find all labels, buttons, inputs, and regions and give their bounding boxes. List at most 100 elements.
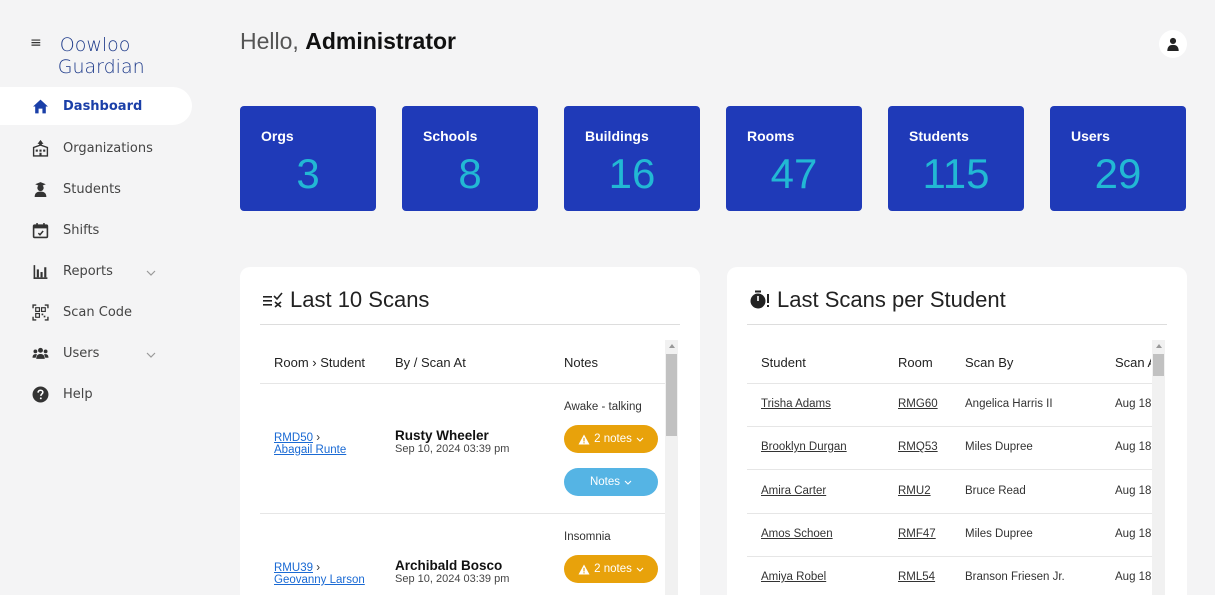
- panel-title-text: Last 10 Scans: [290, 287, 430, 312]
- sidebar-item-dashboard[interactable]: Dashboard: [0, 87, 192, 125]
- student-link[interactable]: Amira Carter: [761, 485, 826, 497]
- stat-card-orgs[interactable]: Orgs 3: [240, 106, 376, 211]
- room-link[interactable]: RMF47: [898, 528, 936, 540]
- stat-label: Students: [909, 128, 969, 144]
- scroll-thumb[interactable]: [666, 354, 677, 436]
- stat-value: 16: [608, 150, 656, 197]
- stat-value: 115: [922, 150, 990, 197]
- sidebar-item-students[interactable]: Students: [0, 169, 192, 210]
- brand: ≡ Oowloo Guardian: [30, 34, 145, 78]
- sidebar-item-label: Shifts: [63, 223, 100, 238]
- by-scan-at-cell: Archibald Bosco Sep 10, 2024 03:39 pm: [395, 558, 509, 585]
- sidebar-item-label: Scan Code: [63, 305, 133, 320]
- scroll-thumb[interactable]: [1153, 354, 1164, 376]
- divider: [747, 426, 1152, 427]
- sidebar-item-scan-code[interactable]: Scan Code: [0, 292, 192, 333]
- divider: [747, 556, 1152, 557]
- menu-icon[interactable]: ≡: [30, 35, 42, 78]
- stat-card-students[interactable]: Students 115: [888, 106, 1024, 211]
- stat-label: Rooms: [747, 128, 795, 144]
- room-link[interactable]: RMD50: [274, 432, 313, 444]
- student-link[interactable]: Trisha Adams: [761, 398, 831, 410]
- scan-by-cell: Miles Dupree: [965, 528, 1033, 540]
- room-link[interactable]: RMU2: [898, 485, 931, 497]
- user-icon: [1167, 37, 1179, 51]
- divider: [747, 513, 1152, 514]
- divider: [747, 383, 1152, 384]
- chevron-down-icon: [146, 265, 156, 280]
- scanned-by: Archibald Bosco: [395, 558, 503, 573]
- notes-count-label: 2 notes: [594, 563, 632, 575]
- scroll-up-arrow-icon[interactable]: [665, 340, 678, 352]
- student-link[interactable]: Amiya Robel: [761, 571, 826, 583]
- scrollbar[interactable]: [1152, 340, 1165, 595]
- app-name-line1: Oowloo: [59, 34, 131, 56]
- user-avatar-button[interactable]: [1159, 30, 1187, 58]
- student-link[interactable]: Amos Schoen: [761, 528, 833, 540]
- help-icon: [30, 385, 50, 405]
- column-header-room-student[interactable]: Room › Student: [274, 355, 365, 370]
- divider: [747, 324, 1167, 325]
- calendar-icon: [30, 221, 50, 241]
- stat-value: 3: [296, 150, 320, 197]
- scan-time: Sep 10, 2024 03:39 pm: [395, 573, 510, 585]
- sidebar-item-label: Dashboard: [63, 98, 143, 114]
- stat-label: Orgs: [261, 128, 294, 144]
- qr-code-icon: [30, 303, 50, 323]
- greeting-user-name: Administrator: [305, 28, 456, 54]
- column-header-room[interactable]: Room: [898, 355, 933, 370]
- notes-button[interactable]: Notes: [564, 468, 658, 496]
- student-link[interactable]: Brooklyn Durgan: [761, 441, 847, 453]
- room-student-cell: RMD50 › Abagail Runte: [274, 432, 347, 456]
- column-header-by-scan-at[interactable]: By / Scan At: [395, 355, 466, 370]
- scroll-up-arrow-icon[interactable]: [1152, 340, 1165, 352]
- stat-value: 8: [458, 150, 482, 197]
- stat-card-schools[interactable]: Schools 8: [402, 106, 538, 211]
- student-link[interactable]: Abagail Runte: [274, 444, 346, 456]
- notes-count-button[interactable]: 2 notes: [564, 555, 658, 583]
- divider: [747, 469, 1152, 470]
- column-header-student[interactable]: Student: [761, 355, 806, 370]
- student-link[interactable]: Geovanny Larson: [274, 574, 365, 586]
- sidebar-item-organizations[interactable]: Organizations: [0, 128, 192, 169]
- room-link[interactable]: RMQ53: [898, 441, 938, 453]
- stat-label: Buildings: [585, 128, 649, 144]
- room-link[interactable]: RMU39: [274, 562, 313, 574]
- student-icon: [30, 180, 50, 200]
- scan-at-cell: Aug 18,: [1115, 571, 1151, 583]
- divider: [260, 513, 666, 514]
- scrollbar[interactable]: [665, 340, 678, 595]
- stat-card-buildings[interactable]: Buildings 16: [564, 106, 700, 211]
- stat-value: 29: [1094, 150, 1142, 197]
- panel-title: Last 10 Scans: [262, 287, 429, 313]
- room-link[interactable]: RMG60: [898, 398, 938, 410]
- sidebar-item-users[interactable]: Users: [0, 333, 192, 374]
- sidebar: ≡ Oowloo Guardian Dashboard Organization…: [0, 0, 200, 595]
- notes-count-button[interactable]: 2 notes: [564, 425, 658, 453]
- scan-at-cell: Aug 18,: [1115, 528, 1151, 540]
- column-header-scan-by[interactable]: Scan By: [965, 355, 1013, 370]
- home-icon: [30, 96, 50, 116]
- column-header-scan-at[interactable]: Scan A: [1115, 355, 1151, 370]
- users-icon: [30, 344, 50, 364]
- stat-card-rooms[interactable]: Rooms 47: [726, 106, 862, 211]
- sidebar-item-help[interactable]: Help: [0, 374, 192, 415]
- scan-at-cell: Aug 18,: [1115, 398, 1151, 410]
- divider: [260, 383, 666, 384]
- column-header-notes[interactable]: Notes: [564, 355, 598, 370]
- sidebar-item-label: Users: [63, 346, 100, 361]
- greeting-text: Hello,: [240, 28, 299, 54]
- bar-chart-icon: [30, 262, 50, 282]
- room-link[interactable]: RML54: [898, 571, 935, 583]
- note-text: Insomnia: [564, 531, 611, 543]
- last-scans-per-student-panel: Last Scans per Student Student Room Scan…: [727, 267, 1187, 595]
- stat-label: Users: [1071, 128, 1110, 144]
- sidebar-item-reports[interactable]: Reports: [0, 251, 192, 292]
- sidebar-item-shifts[interactable]: Shifts: [0, 210, 192, 251]
- stat-card-users[interactable]: Users 29: [1050, 106, 1186, 211]
- sidebar-nav: Dashboard Organizations Students Shifts …: [0, 87, 192, 415]
- chevron-down-icon: [636, 567, 644, 572]
- app-logo-text[interactable]: Oowloo Guardian: [58, 34, 145, 78]
- room-student-cell: RMU39 › Geovanny Larson: [274, 562, 365, 586]
- notes-count-label: 2 notes: [594, 433, 632, 445]
